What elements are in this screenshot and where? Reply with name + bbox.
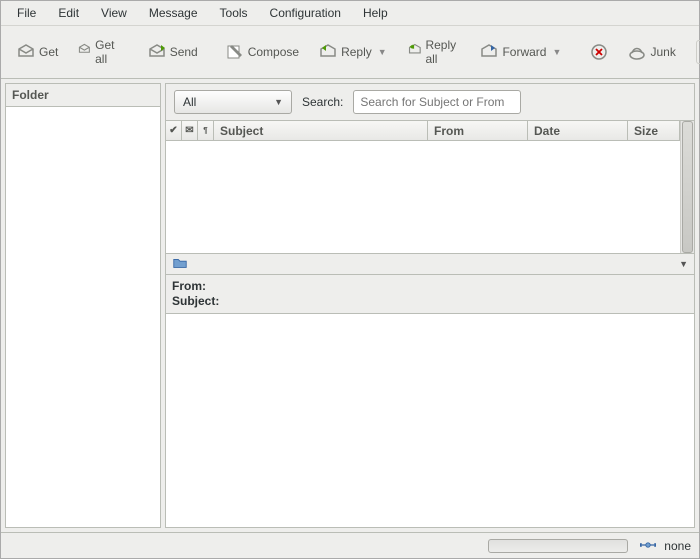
forward-label: Forward	[502, 45, 546, 59]
chevron-down-icon: ▼	[552, 47, 562, 57]
connection-status[interactable]: none	[640, 537, 691, 555]
menu-configuration[interactable]: Configuration	[260, 3, 351, 23]
filter-bar: All ▼ Search:	[166, 84, 694, 121]
menu-view[interactable]: View	[91, 3, 137, 23]
get-all-label: Get all	[95, 38, 120, 66]
delete-icon	[590, 43, 608, 61]
preview-subject: Subject:	[172, 294, 688, 309]
compose-button[interactable]: Compose	[218, 37, 307, 67]
col-attach[interactable]: ¶	[198, 121, 214, 140]
delete-button[interactable]	[582, 37, 616, 67]
folder-tree[interactable]	[6, 107, 160, 527]
chevron-down-icon: ▼	[274, 97, 283, 107]
network-icon	[640, 537, 658, 555]
send-label: Send	[170, 45, 198, 59]
col-status[interactable]: ✉	[182, 121, 198, 140]
progress-bar	[488, 539, 628, 553]
inbox-icon	[17, 43, 35, 61]
col-date[interactable]: Date	[528, 121, 628, 140]
search-label: Search:	[302, 95, 343, 109]
forward-icon	[480, 43, 498, 61]
reply-all-icon	[408, 43, 422, 61]
reply-label: Reply	[341, 45, 372, 59]
menu-help[interactable]: Help	[353, 3, 398, 23]
chevron-down-icon: ▼	[679, 259, 688, 269]
folder-pane: Folder	[5, 83, 161, 528]
reply-all-label: Reply all	[425, 38, 460, 66]
menu-file[interactable]: File	[7, 3, 46, 23]
get-button[interactable]: Get	[9, 37, 66, 67]
reply-icon	[319, 43, 337, 61]
forward-button[interactable]: Forward ▼	[472, 37, 570, 67]
menubar: File Edit View Message Tools Configurati…	[1, 1, 699, 26]
send-icon	[148, 43, 166, 61]
folder-header: Folder	[6, 84, 160, 107]
toolbar-menu-button[interactable]: ▼	[696, 40, 700, 64]
message-rows[interactable]	[166, 141, 680, 253]
connection-label: none	[664, 539, 691, 553]
message-list: ✔ ✉ ¶ Subject From Date Size	[166, 121, 694, 253]
compose-icon	[226, 43, 244, 61]
junk-icon	[628, 43, 646, 61]
reply-all-button[interactable]: Reply all	[400, 32, 469, 72]
column-headers: ✔ ✉ ¶ Subject From Date Size	[166, 121, 680, 141]
junk-button[interactable]: Junk	[620, 37, 683, 67]
compose-label: Compose	[248, 45, 299, 59]
search-input[interactable]	[353, 90, 521, 114]
menu-tools[interactable]: Tools	[210, 3, 258, 23]
folder-icon	[172, 255, 190, 273]
toolbar: Get Get all Send Compose Reply	[1, 26, 699, 79]
col-size[interactable]: Size	[628, 121, 680, 140]
scrollbar[interactable]	[680, 121, 694, 253]
col-subject[interactable]: Subject	[214, 121, 428, 140]
preview-body[interactable]	[166, 314, 694, 527]
filter-dropdown[interactable]: All ▼	[174, 90, 292, 114]
reply-button[interactable]: Reply ▼	[311, 37, 396, 67]
col-from[interactable]: From	[428, 121, 528, 140]
preview-from: From:	[172, 279, 688, 294]
menu-message[interactable]: Message	[139, 3, 208, 23]
get-all-button[interactable]: Get all	[70, 32, 127, 72]
chevron-down-icon: ▼	[378, 47, 388, 57]
status-bar: none	[1, 532, 699, 558]
main-area: Folder All ▼ Search: ✔ ✉ ¶	[1, 79, 699, 532]
menu-edit[interactable]: Edit	[48, 3, 89, 23]
message-pane: All ▼ Search: ✔ ✉ ¶ Subject From Date	[165, 83, 695, 528]
junk-label: Junk	[650, 45, 675, 59]
preview-header: From: Subject:	[166, 275, 694, 314]
send-button[interactable]: Send	[140, 37, 206, 67]
col-check[interactable]: ✔	[166, 121, 182, 140]
inbox-all-icon	[78, 43, 91, 61]
folder-path-bar[interactable]: ▼	[166, 253, 694, 275]
get-label: Get	[39, 45, 58, 59]
filter-selected: All	[183, 95, 196, 109]
